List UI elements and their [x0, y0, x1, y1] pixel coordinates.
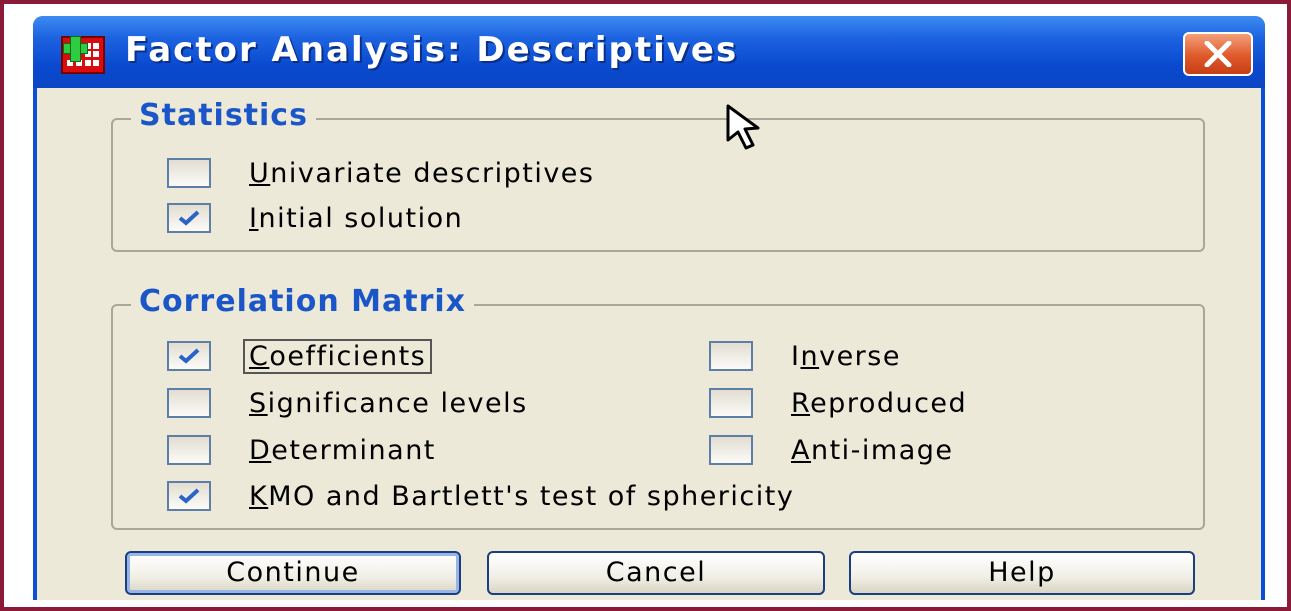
- check-icon: [178, 210, 200, 226]
- option-inverse[interactable]: Inverse: [709, 338, 907, 374]
- option-coefficients[interactable]: Coefficients: [167, 338, 433, 374]
- option-label: Initial solution: [249, 202, 464, 234]
- option-label: Inverse: [791, 340, 901, 372]
- cancel-button[interactable]: Cancel: [487, 551, 825, 595]
- option-univariate-descriptives[interactable]: Univariate descriptives: [167, 155, 600, 191]
- option-reproduced[interactable]: Reproduced: [709, 385, 973, 421]
- window-title: Factor Analysis: Descriptives: [125, 30, 739, 70]
- correlation-matrix-legend: Correlation Matrix: [131, 284, 474, 319]
- dialog-body: Statistics Univariate descriptives Initi…: [37, 88, 1261, 600]
- app-icon: [61, 36, 105, 74]
- option-label: Reproduced: [791, 387, 968, 419]
- checkbox[interactable]: [167, 435, 211, 465]
- option-anti-image[interactable]: Anti-image: [709, 432, 960, 468]
- option-kmo-bartlett[interactable]: KMO and Bartlett's test of sphericity: [167, 478, 800, 514]
- option-label: Anti-image: [791, 434, 954, 466]
- option-label: KMO and Bartlett's test of sphericity: [249, 480, 795, 512]
- option-initial-solution[interactable]: Initial solution: [167, 200, 469, 236]
- help-button[interactable]: Help: [849, 551, 1195, 595]
- option-label: Coefficients: [243, 338, 433, 374]
- option-label: Univariate descriptives: [249, 157, 595, 189]
- continue-button[interactable]: Continue: [125, 551, 461, 595]
- mouse-pointer-icon: [726, 104, 760, 150]
- check-icon: [178, 488, 200, 504]
- title-bar[interactable]: Factor Analysis: Descriptives: [33, 16, 1265, 88]
- option-label: Determinant: [249, 434, 436, 466]
- checkbox[interactable]: [709, 435, 753, 465]
- check-icon: [178, 348, 200, 364]
- option-determinant[interactable]: Determinant: [167, 432, 442, 468]
- checkbox[interactable]: [709, 388, 753, 418]
- checkbox[interactable]: [167, 481, 211, 511]
- checkbox[interactable]: [167, 158, 211, 188]
- option-significance-levels[interactable]: Significance levels: [167, 385, 534, 421]
- statistics-legend: Statistics: [131, 98, 316, 133]
- checkbox[interactable]: [167, 203, 211, 233]
- close-button[interactable]: [1183, 32, 1253, 76]
- checkbox[interactable]: [709, 341, 753, 371]
- checkbox[interactable]: [167, 388, 211, 418]
- option-label: Significance levels: [249, 387, 528, 419]
- checkbox[interactable]: [167, 341, 211, 371]
- close-icon: [1204, 41, 1232, 67]
- dialog-window: Factor Analysis: Descriptives Statistics…: [33, 16, 1265, 600]
